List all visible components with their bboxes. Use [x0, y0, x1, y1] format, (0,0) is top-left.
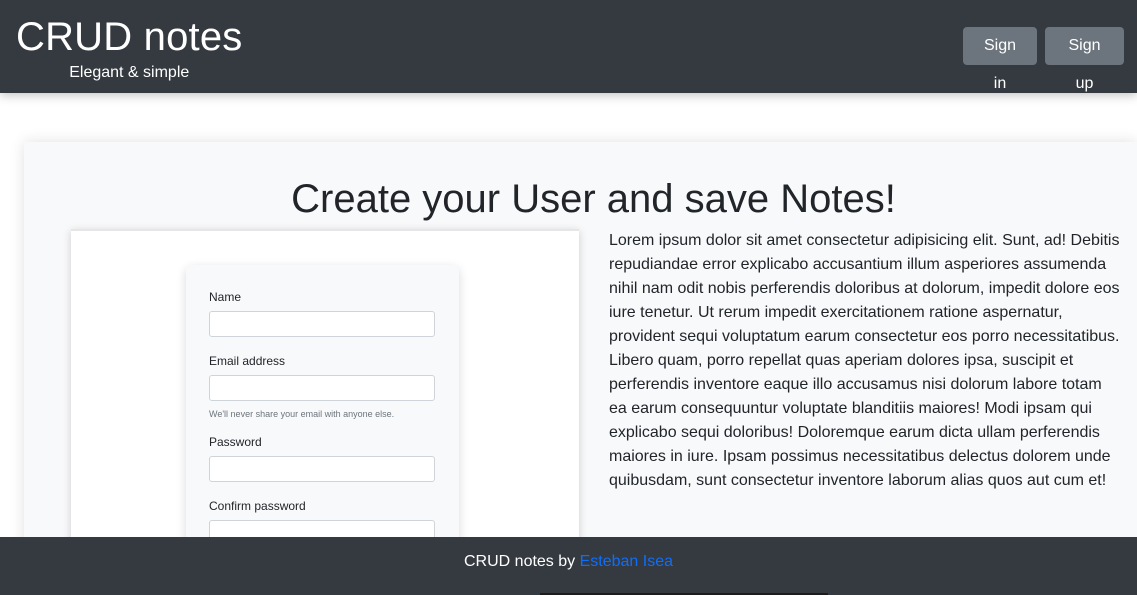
- password-field: [209, 456, 435, 482]
- name-field: [209, 311, 435, 337]
- footer-text: CRUD notes by: [464, 553, 580, 570]
- email-help-text: We'll never share your email with anyone…: [209, 409, 395, 419]
- hero-paragraph: Lorem ipsum dolor sit amet consectetur a…: [609, 232, 1120, 489]
- brand[interactable]: CRUD notes Elegant & simple: [16, 14, 243, 83]
- footer: CRUD notes by Esteban Isea: [0, 537, 1137, 595]
- hero-title: Create your User and save Notes!: [291, 177, 896, 221]
- email-label: Email address: [209, 354, 286, 368]
- sign-in-button[interactable]: Sign in: [963, 27, 1037, 92]
- sign-up-button[interactable]: Sign up: [1045, 27, 1124, 92]
- brand-title[interactable]: CRUD notes: [16, 14, 243, 60]
- signup-form-preview-image: Name Email address We'll never share you…: [71, 229, 579, 571]
- form-card: Name Email address We'll never share you…: [186, 265, 459, 571]
- brand-subtitle: Elegant & simple: [69, 64, 190, 81]
- author-link[interactable]: Esteban Isea: [580, 553, 673, 570]
- password-label: Password: [209, 435, 262, 449]
- email-field: [209, 375, 435, 401]
- confirm-password-label: Confirm password: [209, 499, 306, 513]
- navbar: CRUD notes Elegant & simple Sign in Sign…: [0, 0, 1137, 93]
- name-label: Name: [209, 290, 242, 304]
